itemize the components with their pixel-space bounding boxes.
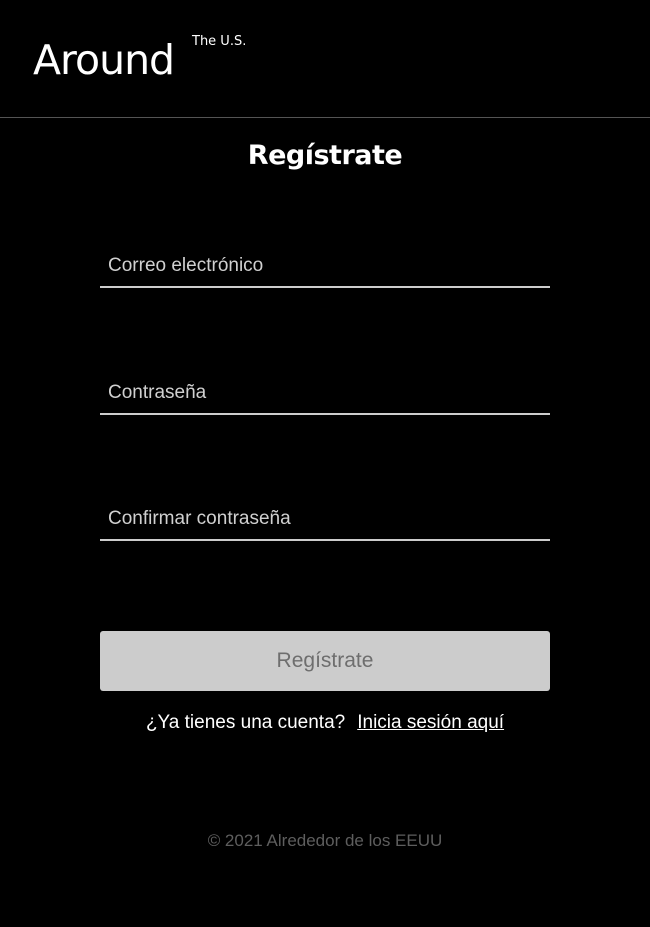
password-field-wrapper (100, 373, 550, 415)
footer: © 2021 Alrededor de los EEUU (0, 829, 650, 853)
copyright-text: © 2021 Alrededor de los EEUU (207, 831, 443, 850)
has-account-text: ¿Ya tienes una cuenta? (145, 712, 346, 733)
logo-superscript: The U.S. (192, 34, 247, 49)
email-field[interactable] (100, 246, 550, 286)
site-header: Around The U.S. (0, 0, 650, 118)
register-button[interactable]: Regístrate (100, 631, 550, 691)
login-prompt: ¿Ya tienes una cuenta? Inicia sesión aquí (0, 709, 650, 737)
login-link[interactable]: Inicia sesión aquí (357, 712, 504, 733)
email-field-wrapper (100, 246, 550, 288)
logo-text: Around (33, 36, 175, 84)
page-title: Regístrate (247, 140, 403, 171)
confirm-password-field-wrapper (100, 499, 550, 541)
confirm-password-field[interactable] (100, 499, 550, 539)
password-field[interactable] (100, 373, 550, 413)
